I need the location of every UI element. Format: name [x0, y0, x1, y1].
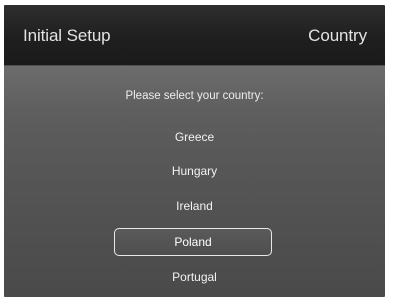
country-option-greece[interactable]: Greece — [4, 129, 385, 145]
page-title: Initial Setup — [23, 26, 111, 45]
country-option-portugal[interactable]: Portugal — [4, 269, 385, 285]
country-option-hungary[interactable]: Hungary — [4, 163, 385, 179]
section-label: Country — [308, 26, 367, 45]
country-option-ireland[interactable]: Ireland — [4, 198, 385, 214]
setup-window: Initial Setup Country Please select your… — [4, 5, 385, 297]
country-list: Greece Hungary Ireland Poland Portugal — [4, 66, 385, 297]
country-option-poland-selected[interactable]: Poland — [114, 228, 272, 256]
selected-country-label: Poland — [174, 235, 212, 249]
title-bar: Initial Setup Country — [4, 5, 385, 65]
country-selection-panel: Please select your country: Greece Hunga… — [4, 66, 385, 297]
